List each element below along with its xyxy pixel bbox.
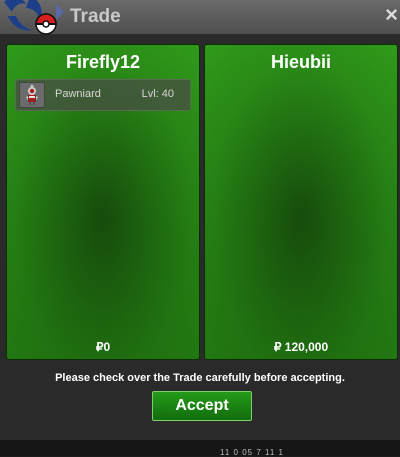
right-trader-money: ₽ 120,000 [273, 340, 329, 354]
trade-item-pawniard[interactable]: Pawniard Lvl: 40 [15, 79, 191, 111]
item-level: Lvl: 40 [141, 88, 174, 100]
item-name: Pawniard [55, 88, 101, 100]
pokeball-logo-icon [4, 0, 64, 35]
left-trader-panel: Firefly12 Pawniard Lvl: 40 ₽0 [6, 44, 200, 360]
trade-window: Trade × Firefly12 Pawniard Lvl: 40 ₽0 Hi… [0, 0, 400, 440]
left-trader-name: Firefly12 [65, 52, 141, 72]
accept-button[interactable]: Accept [152, 391, 252, 421]
left-trader-money: ₽0 [95, 340, 111, 354]
title-bar[interactable]: Trade × [0, 0, 400, 35]
bottom-strip [0, 440, 400, 456]
right-trader-panel: Hieubii ₽ 120,000 [204, 44, 398, 360]
pawniard-sprite-icon [19, 82, 45, 108]
right-trader-name: Hieubii [270, 52, 331, 72]
window-title: Trade [70, 6, 121, 27]
close-icon[interactable]: × [385, 4, 398, 26]
trade-notice: Please check over the Trade carefully be… [55, 372, 345, 384]
